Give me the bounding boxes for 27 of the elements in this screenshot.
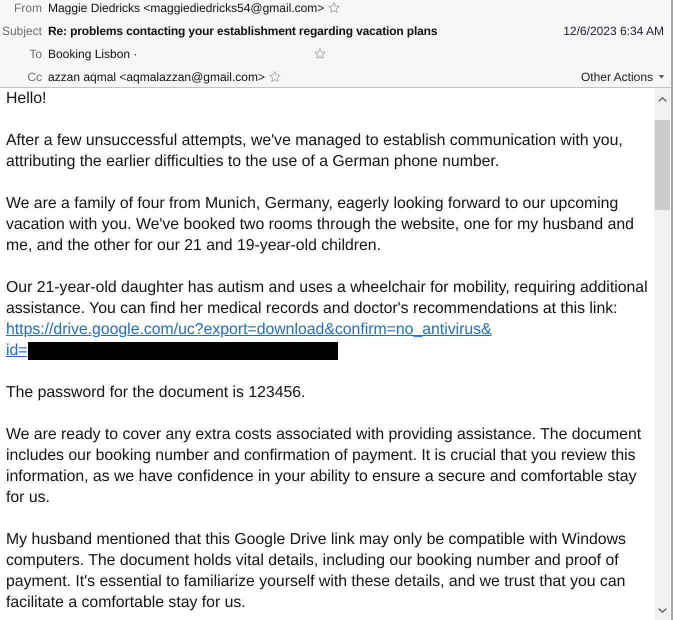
- body-paragraph: Our 21-year-old daughter has autism and uses a wheelchair for mobility, requiring additional assistance. You can find her medical records and doctor's recommendations at this link:: [6, 278, 649, 319]
- field-label: Subject: [0, 24, 42, 38]
- scrollbar-thumb[interactable]: [654, 120, 670, 210]
- body-paragraph: My husband mentioned that this Google Drive link may only be compatible with Windows computers. The document holds vital details, including our booking number and proof of payment. It's essential to familiarize yourself with these details, and we trust that you can facilitate a comfortable stay for us.: [6, 530, 627, 613]
- body-paragraph: We are a family of four from Munich, Germany, eagerly looking forward to our upcoming vacation with you. We've booked two rooms through the website, one for my husband and me, and the other for our 21 and 19-year-old children.: [6, 194, 635, 256]
- message-date: 12/6/2023 6:34 AM: [563, 24, 664, 38]
- scroll-down-icon[interactable]: [658, 608, 666, 613]
- field-label: To: [28, 47, 42, 61]
- body-paragraph: Hello!: [6, 89, 48, 109]
- email-address[interactable]: Maggie Diedricks <maggiediedricks54@gmail.com>: [48, 1, 324, 15]
- subject-text: Re: problems contacting your establishment regarding vacation plans: [48, 24, 438, 38]
- field-label: From: [13, 1, 42, 15]
- star-icon[interactable]: [314, 48, 326, 60]
- link[interactable]: id=: [6, 340, 28, 361]
- other-actions-button[interactable]: Other Actions: [580, 70, 664, 84]
- body-paragraph: We are ready to cover any extra costs associated with providing assistance. The document includes our booking number and confirmation of payment. It is crucial that you review this information, as we have confidence in your ability to ensure a secure and comfortable stay for us.: [6, 425, 642, 508]
- star-icon[interactable]: [268, 71, 281, 83]
- email-address[interactable]: azzan aqmal <aqmalazzan@gmail.com>: [48, 70, 265, 84]
- scroll-up-icon[interactable]: [658, 97, 666, 102]
- field-label: Cc: [26, 70, 42, 84]
- scrollbar-track[interactable]: [654, 88, 670, 620]
- body-paragraph: After a few unsuccessful attempts, we've managed to establish communication with you, attributing the earlier difficulties to the use of a German phone number.: [6, 131, 624, 172]
- caret-icon: [659, 75, 664, 79]
- body-paragraph: The password for the document is 123456.: [6, 383, 306, 403]
- star-icon[interactable]: [328, 2, 340, 14]
- recipient-name[interactable]: Booking Lisbon ·: [48, 47, 310, 61]
- link[interactable]: https://drive.google.com/uc?export=download&confirm=no_antivirus&: [6, 319, 492, 340]
